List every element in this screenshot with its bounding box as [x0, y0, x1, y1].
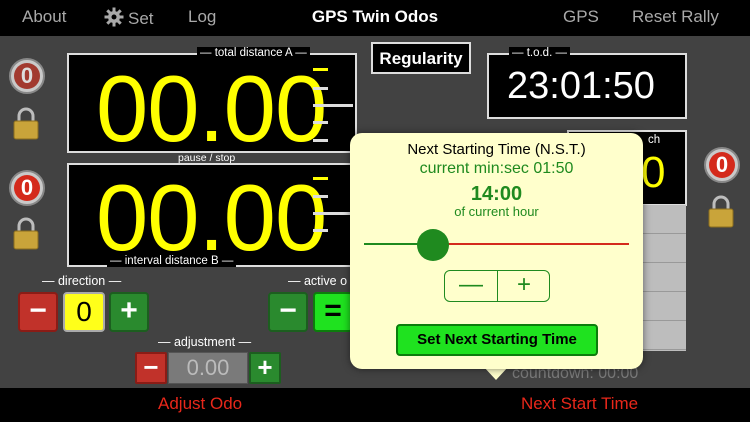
lock-right-icon[interactable]	[707, 194, 735, 228]
set-label: Set	[128, 9, 154, 28]
odo-a-value: 00.00	[96, 56, 327, 161]
log-button[interactable]: Log	[188, 7, 216, 27]
counter-a-value: 0	[14, 63, 40, 89]
odo-a-panel[interactable]: — total distance A — 00.00	[67, 47, 357, 161]
bottom-bar: Adjust Odo Next Start Time	[0, 388, 750, 422]
odo-b-tick	[313, 195, 328, 198]
odo-a-tick	[313, 139, 328, 142]
direction-minus-button[interactable]: −	[18, 292, 58, 332]
nst-slider[interactable]	[364, 229, 629, 261]
popover-title: Next Starting Time (N.S.T.)	[407, 141, 586, 158]
lock-b-icon[interactable]	[12, 216, 40, 250]
slider-thumb[interactable]	[417, 229, 449, 261]
popover-nst-value: 14:00	[470, 183, 523, 205]
odo-b-tick	[313, 212, 353, 215]
next-start-time-tab[interactable]: Next Start Time	[521, 394, 638, 414]
nst-stepper: — +	[444, 270, 550, 302]
stepper-plus-button[interactable]: +	[498, 271, 550, 301]
odo-b-tick	[313, 229, 328, 232]
adjustment-plus-button[interactable]: +	[249, 352, 281, 384]
odo-b-value: 00.00	[96, 165, 327, 270]
nst-popover: Next Starting Time (N.S.T.) current min:…	[350, 133, 643, 369]
popover-current-time: current min:sec 01:50	[419, 160, 574, 177]
reset-rally-button[interactable]: Reset Rally	[632, 7, 719, 27]
tod-panel: — t.o.d. — 23:01:50	[487, 47, 687, 119]
adjustment-caption: — adjustment —	[158, 335, 252, 349]
odo-b-caption: — interval distance B —	[107, 255, 237, 267]
active-equals-button[interactable]: =	[313, 292, 353, 332]
odo-a-tick	[313, 121, 328, 124]
gear-icon	[104, 7, 124, 27]
grid-row	[641, 292, 686, 321]
counter-right-button[interactable]: 0	[704, 147, 740, 183]
direction-caption: — direction —	[42, 274, 122, 288]
counter-b-value: 0	[14, 175, 40, 201]
set-next-starting-time-button[interactable]: Set Next Starting Time	[396, 324, 598, 356]
grid-row	[641, 234, 686, 263]
odo-b-panel[interactable]: 00.00 — interval distance B —	[67, 163, 357, 267]
stepper-minus-button[interactable]: —	[445, 271, 497, 301]
counter-a-button[interactable]: 0	[9, 58, 45, 94]
tod-value: 23:01:50	[507, 65, 655, 107]
popover-of-hour: of current hour	[454, 204, 539, 219]
counter-right-value: 0	[709, 152, 735, 178]
odo-a-tick	[313, 68, 328, 71]
adjust-odo-tab[interactable]: Adjust Odo	[158, 394, 242, 414]
about-button[interactable]: About	[22, 7, 66, 27]
right-panel-digit: 0	[641, 148, 666, 197]
active-odo-caption: — active o	[288, 274, 348, 288]
direction-plus-button[interactable]: +	[109, 292, 149, 332]
grid-row	[641, 321, 686, 350]
grid-row	[641, 263, 686, 292]
odo-a-tick	[313, 104, 353, 107]
odo-b-tick	[313, 177, 328, 180]
adjustment-minus-button[interactable]: −	[135, 352, 167, 384]
active-minus-button[interactable]: −	[268, 292, 308, 332]
odo-a-tick	[313, 87, 328, 90]
right-panel-caption: ch	[645, 134, 664, 146]
slider-track-empty	[433, 243, 629, 245]
regularity-button[interactable]: Regularity	[371, 42, 471, 74]
gps-button[interactable]: GPS	[563, 7, 599, 27]
direction-value: 0	[63, 292, 105, 332]
lock-a-icon[interactable]	[12, 106, 40, 140]
counter-b-button[interactable]: 0	[9, 170, 45, 206]
top-bar: About Set Log GPS Twin Odos GPS Reset Ra…	[0, 0, 750, 36]
adjustment-field[interactable]: 0.00	[168, 352, 248, 384]
tod-caption: — t.o.d. —	[509, 47, 570, 59]
set-button[interactable]: Set	[104, 7, 154, 29]
right-grid	[640, 205, 686, 351]
grid-row	[641, 205, 686, 234]
